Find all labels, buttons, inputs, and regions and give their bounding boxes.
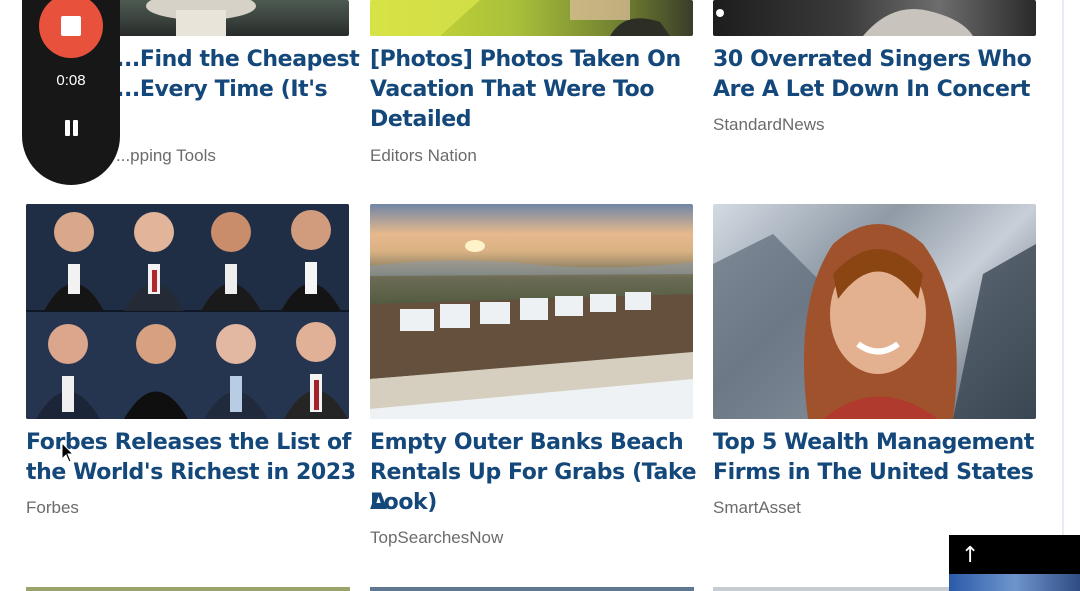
headline-singers-line1[interactable]: 30 Overrated Singers Who xyxy=(713,45,1043,75)
thumb-outer-banks[interactable] xyxy=(370,204,693,419)
stop-recording-button[interactable] xyxy=(39,0,103,58)
thumb-next-row-1[interactable] xyxy=(26,587,350,591)
stop-icon xyxy=(61,16,81,36)
thumb-wealth-management-art xyxy=(713,224,1036,419)
thumb-next-row-3[interactable] xyxy=(713,587,949,591)
arrow-up-icon: ↑ xyxy=(961,543,980,568)
thumb-forbes-richest-art xyxy=(26,204,349,419)
headline-forbes-line2[interactable]: the World's Richest in 2023 xyxy=(26,458,356,488)
mouse-cursor-icon xyxy=(61,442,75,463)
pause-recording-button[interactable] xyxy=(59,116,83,140)
headline-vacation-line2[interactable]: Vacation That Were Too xyxy=(370,75,700,105)
scroll-rail xyxy=(1062,0,1064,535)
source-forbes: Forbes xyxy=(26,498,79,517)
headline-vacation-line3[interactable]: Detailed xyxy=(370,105,700,135)
headline-forbes-line1[interactable]: Forbes Releases the List of xyxy=(26,428,356,458)
source-outer-banks: TopSearchesNow xyxy=(370,528,504,547)
thumb-forbes-richest[interactable] xyxy=(26,204,349,419)
headline-outer-banks-line1[interactable]: Empty Outer Banks Beach xyxy=(370,428,700,458)
scroll-to-top-button[interactable]: ↑ xyxy=(949,535,1080,591)
headline-singers-line2[interactable]: Are A Let Down In Concert xyxy=(713,75,1043,105)
thumb-next-row-2[interactable] xyxy=(370,587,694,591)
pause-icon-bar-right xyxy=(73,120,78,136)
thumb-overrated-singers-art xyxy=(716,9,973,36)
screen-recorder-widget: 0:08 xyxy=(22,0,120,185)
pause-icon-bar-left xyxy=(65,120,70,136)
scroll-to-top-strip xyxy=(949,574,1080,591)
source-vacation: Editors Nation xyxy=(370,146,477,165)
headline-wealth-line2[interactable]: Firms in The United States xyxy=(713,458,1043,488)
thumb-vacation-photos[interactable] xyxy=(370,0,693,36)
source-flight: ...pping Tools xyxy=(116,146,216,165)
recording-timer: 0:08 xyxy=(56,72,86,89)
thumb-vacation-photos-art xyxy=(370,0,670,36)
headline-vacation-line1[interactable]: [Photos] Photos Taken On xyxy=(370,45,700,75)
headline-outer-banks-line3[interactable]: Look) xyxy=(370,488,700,518)
thumb-outer-banks-art xyxy=(370,240,693,419)
source-wealth: SmartAsset xyxy=(713,498,801,517)
thumb-wealth-management[interactable] xyxy=(713,204,1036,419)
thumb-overrated-singers[interactable] xyxy=(713,0,1036,36)
headline-wealth-line1[interactable]: Top 5 Wealth Management xyxy=(713,428,1043,458)
source-singers: StandardNews xyxy=(713,115,825,134)
